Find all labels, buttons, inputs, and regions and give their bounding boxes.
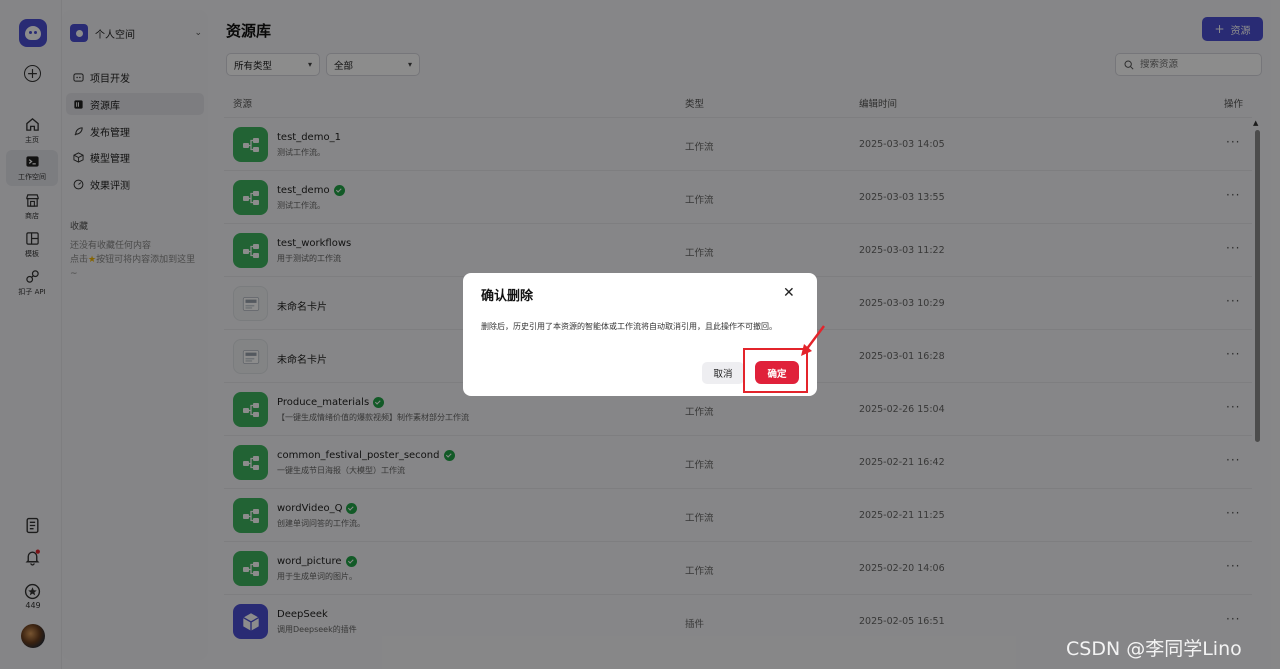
dialog-message: 删除后，历史引用了本资源的智能体或工作流将自动取消引用，且此操作不可撤回。 — [481, 322, 777, 331]
watermark: CSDN @李同学Lino — [1066, 638, 1242, 660]
annotation-arrow-icon — [801, 325, 825, 356]
close-icon[interactable]: ✕ — [783, 285, 795, 301]
cancel-button[interactable]: 取消 — [702, 362, 744, 384]
dialog-title: 确认删除 — [481, 289, 534, 304]
